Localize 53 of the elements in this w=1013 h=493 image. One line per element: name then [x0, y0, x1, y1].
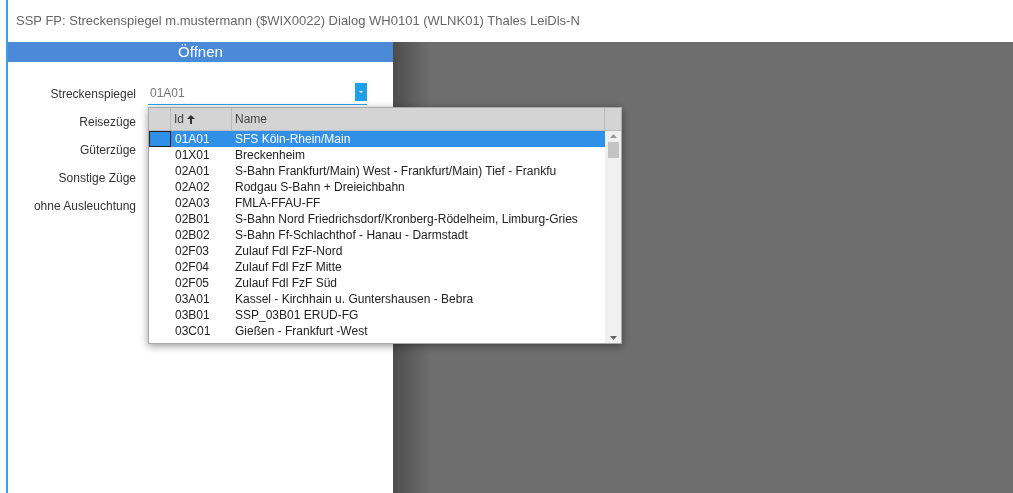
- field-label: Streckenspiegel: [49, 85, 136, 103]
- window-title: SSP FP: Streckenspiegel m.mustermann ($WIX0022) Dialog WH0101 (WLNK01) Thales LeiDls-N: [15, 12, 581, 31]
- table-cell-text: S-Bahn Frankfurt/Main) West - Frankfurt/Main) Tief - Frankfu: [234, 163, 557, 180]
- list-row[interactable]: 03C01 Gießen - Frankfurt -West: [149, 323, 605, 339]
- table-cell-text: Zulauf Fdl FzF-Nord: [234, 243, 343, 260]
- table-cell-text: Rodgau S-Bahn + Dreieichbahn: [234, 179, 405, 196]
- table-cell-text: Gießen - Frankfurt -West: [234, 323, 368, 340]
- table-cell-text: 02B02: [174, 227, 211, 244]
- table-cell-text: SFS Köln-Rhein/Main: [234, 131, 351, 148]
- dropdown-field[interactable]: 01A01: [148, 82, 367, 105]
- list-row[interactable]: 01X01 Breckenheim: [149, 147, 605, 163]
- list-row[interactable]: 02A03 FMLA-FFAU-FF: [149, 195, 605, 211]
- list-row[interactable]: 02F05 Zulauf Fdl FzF Süd: [149, 275, 605, 291]
- table-cell-text: Zulauf Fdl FzF Süd: [234, 275, 338, 292]
- table-cell-text: 01A01: [174, 131, 211, 148]
- field-label: Güterzüge: [78, 141, 136, 159]
- table-cell-text: Zulauf Fdl FzF Mitte: [234, 259, 342, 276]
- field-label: ohne Ausleuchtung: [32, 197, 136, 215]
- dialog-title: Öffnen: [8, 42, 393, 62]
- table-cell-text: S-Bahn Nord Friedrichsdorf/Kronberg-Rödelheim, Limburg-Gries: [234, 211, 578, 228]
- table-cell-text: 02A01: [174, 163, 211, 180]
- table-cell-text: 02F04: [174, 259, 211, 276]
- table-cell-text: 03B01: [174, 307, 211, 324]
- table-cell-text: 02F05: [174, 275, 211, 292]
- table-cell-text: 02A02: [174, 179, 211, 196]
- scroll-thumb[interactable]: [607, 142, 619, 158]
- table-cell-text: FMLA-FFAU-FF: [234, 195, 321, 212]
- column-header[interactable]: Name: [232, 108, 605, 130]
- column-header[interactable]: Id: [171, 108, 232, 130]
- scroll-up-icon[interactable]: [609, 134, 617, 138]
- list-row[interactable]: 02F03 Zulauf Fdl FzF-Nord: [149, 243, 605, 259]
- list-row[interactable]: 02F04 Zulauf Fdl FzF Mitte: [149, 259, 605, 275]
- list-row[interactable]: 02A02 Rodgau S-Bahn + Dreieichbahn: [149, 179, 605, 195]
- table-cell-text: 02F03: [174, 243, 211, 260]
- list-row[interactable]: 03A01 Kassel - Kirchhain u. Guntershausen - Bebra: [149, 291, 605, 307]
- table-cell-text: Kassel - Kirchhain u. Guntershausen - Bebra: [234, 291, 474, 308]
- scroll-down-icon[interactable]: [609, 336, 617, 340]
- table-cell-text: 01X01: [174, 147, 211, 164]
- field-label: Sonstige Züge: [57, 169, 136, 187]
- list-row[interactable]: 02B02 S-Bahn Ff-Schlachthof - Hanau - Darmstadt: [149, 227, 605, 243]
- table-cell-text: 03A01: [174, 291, 211, 308]
- table-cell-text: 03C01: [174, 323, 212, 340]
- table-cell-text: 02A03: [174, 195, 211, 212]
- table-cell-text: S-Bahn Ff-Schlachthof - Hanau - Darmstadt: [234, 227, 468, 244]
- table-cell-text: SSP_03B01 ERUD-FG: [234, 307, 359, 324]
- table-cell-text: Breckenheim: [234, 147, 306, 164]
- list-row[interactable]: 02B01 S-Bahn Nord Friedrichsdorf/Kronberg-Rödelheim, Limburg-Gries: [149, 211, 605, 227]
- list-row[interactable]: 03B01 SSP_03B01 ERUD-FG: [149, 307, 605, 323]
- field-label: Reisezüge: [78, 113, 136, 131]
- scrollbar[interactable]: [605, 131, 621, 343]
- dropdown-caret-icon[interactable]: [355, 83, 367, 101]
- table-cell-text: 02B01: [174, 211, 211, 228]
- list-row[interactable]: 02A01 S-Bahn Frankfurt/Main) West - Frankfurt/Main) Tief - Frankfu: [149, 163, 605, 179]
